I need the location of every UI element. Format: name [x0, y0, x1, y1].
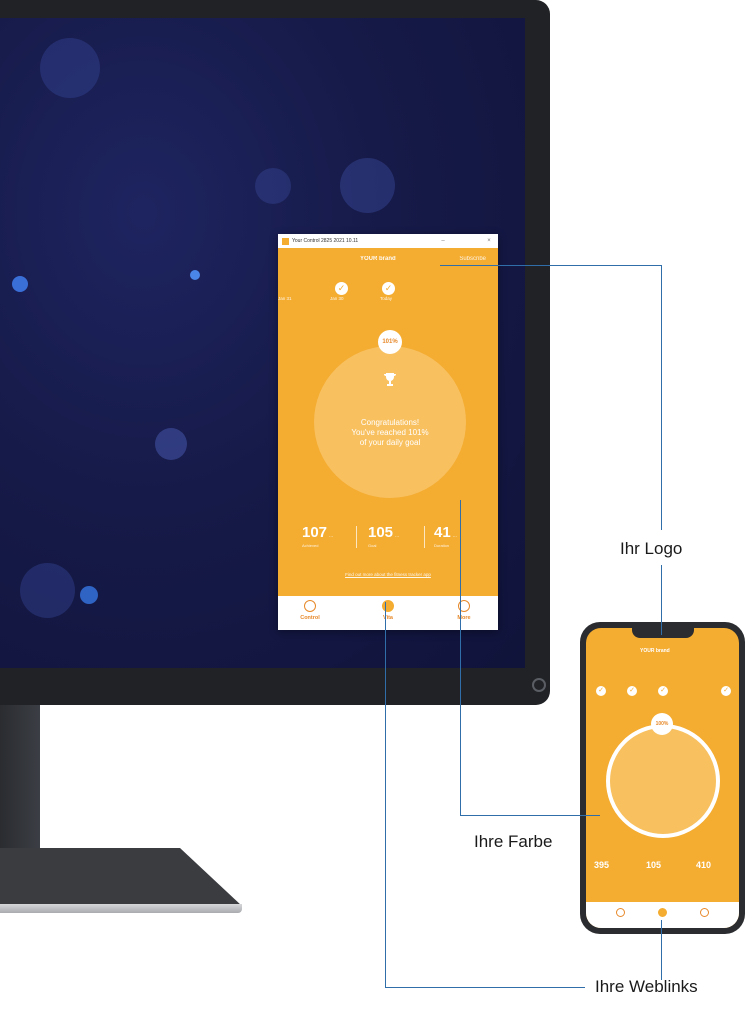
stat-value: 107 [302, 524, 328, 541]
stat-caption: Goal [368, 543, 377, 548]
header-link[interactable]: Subscribe [459, 256, 486, 262]
callout-logo: Ihr Logo [620, 539, 683, 558]
progress-badge: 101% [378, 330, 402, 354]
stats-row: 107... Achieved 105... Goal 41... Durati… [278, 524, 498, 554]
stat-unit: ... [329, 533, 334, 539]
phone-progress-badge: 100% [651, 713, 673, 735]
monitor-stand-edge [0, 904, 242, 913]
congrats-line: of your daily goal [359, 438, 421, 447]
desktop-app-window: Your Control 2825 2021 10.11 – × YOUR br… [278, 234, 498, 630]
phone-stat-value: 105 [646, 860, 662, 870]
callout-color: Ihre Farbe [474, 832, 553, 851]
phone-stat-value: 410 [696, 860, 712, 870]
trophy-icon [384, 373, 396, 386]
check-icon[interactable]: ✓ [721, 686, 731, 696]
tab-control[interactable]: Control [290, 600, 330, 621]
monitor-stand-neck [0, 705, 40, 865]
app-header: YOUR brand Subscribe [278, 248, 498, 270]
phone-screen: YOUR brand ✓ ✓ ✓ ✓ 100% 395 105 410 [586, 628, 739, 928]
stat-achieved: 107... Achieved [302, 524, 333, 548]
goal-progress-circle: Congratulations! You've reached 101% of … [314, 346, 466, 498]
stat-value: 105 [368, 524, 394, 541]
check-icon[interactable]: ✓ [627, 686, 637, 696]
check-icon[interactable]: ✓ [335, 282, 348, 295]
goal-day-label: Today [380, 296, 393, 301]
callout-line-logo [440, 265, 662, 266]
close-button[interactable]: × [484, 238, 494, 244]
stat-unit: ... [452, 533, 457, 539]
app-logo-icon [282, 237, 289, 245]
tab-vita[interactable]: Vita [368, 600, 408, 621]
stat-duration: 41... Duration [434, 524, 457, 548]
bokeh-light [190, 270, 200, 280]
congratulations-message: Congratulations! You've reached 101% of … [328, 418, 452, 448]
brand-logo: YOUR brand [360, 256, 396, 262]
control-icon[interactable] [616, 908, 625, 917]
phone-tab-bar [586, 902, 739, 928]
tab-more[interactable]: More [444, 600, 484, 621]
phone-brand-logo: YOUR brand [640, 648, 670, 654]
congrats-line: You've reached 101% [351, 428, 429, 437]
bokeh-light [155, 428, 187, 460]
window-title: Your Control 2825 2021 10.11 [292, 238, 359, 244]
window-titlebar: Your Control 2825 2021 10.11 – × [278, 234, 498, 248]
bokeh-light [340, 158, 395, 213]
stat-caption: Achieved [302, 543, 319, 548]
minimize-button[interactable]: – [438, 238, 448, 244]
vita-icon[interactable] [658, 908, 667, 917]
footer-weblink[interactable]: Find out more about the fitness tracker … [278, 572, 498, 577]
callout-line-weblinks [385, 602, 386, 987]
callout-weblinks: Ihre Weblinks [595, 977, 698, 996]
bokeh-light [40, 38, 100, 98]
bottom-tab-bar: Control Vita More [278, 596, 498, 630]
stat-value: 41 [434, 524, 451, 541]
callout-line-weblinks [661, 920, 662, 980]
tab-label: Control [300, 615, 320, 621]
callout-line-logo [661, 565, 662, 635]
bokeh-light [255, 168, 291, 204]
check-icon[interactable]: ✓ [658, 686, 668, 696]
callout-line-logo [661, 265, 662, 530]
stat-divider [356, 526, 357, 548]
bokeh-light [20, 563, 75, 618]
phone-notch [632, 628, 694, 638]
check-icon[interactable]: ✓ [596, 686, 606, 696]
stat-caption: Duration [434, 543, 450, 548]
vita-icon [382, 600, 394, 612]
power-button[interactable] [532, 678, 546, 692]
bokeh-light [80, 586, 98, 604]
callout-line-weblinks [385, 987, 585, 988]
congrats-line: Congratulations! [360, 418, 420, 427]
goal-day-label: Jan 30 [330, 296, 344, 301]
monitor-stand-base [0, 848, 242, 906]
phone-goal-circle [606, 724, 720, 838]
goal-history: Jan 31 ✓ Jan 30 ✓ Today [278, 270, 498, 310]
smartphone: YOUR brand ✓ ✓ ✓ ✓ 100% 395 105 410 [580, 622, 745, 934]
stat-unit: ... [395, 533, 400, 539]
check-icon[interactable]: ✓ [382, 282, 395, 295]
phone-stat-value: 395 [594, 860, 610, 870]
goal-day-label: Jan 31 [278, 296, 292, 301]
stat-divider [424, 526, 425, 548]
control-icon [304, 600, 316, 612]
stat-goal: 105... Goal [368, 524, 399, 548]
callout-line-color [460, 500, 461, 815]
callout-line-color [460, 815, 600, 816]
more-icon[interactable] [700, 908, 709, 917]
bokeh-light [12, 276, 28, 292]
